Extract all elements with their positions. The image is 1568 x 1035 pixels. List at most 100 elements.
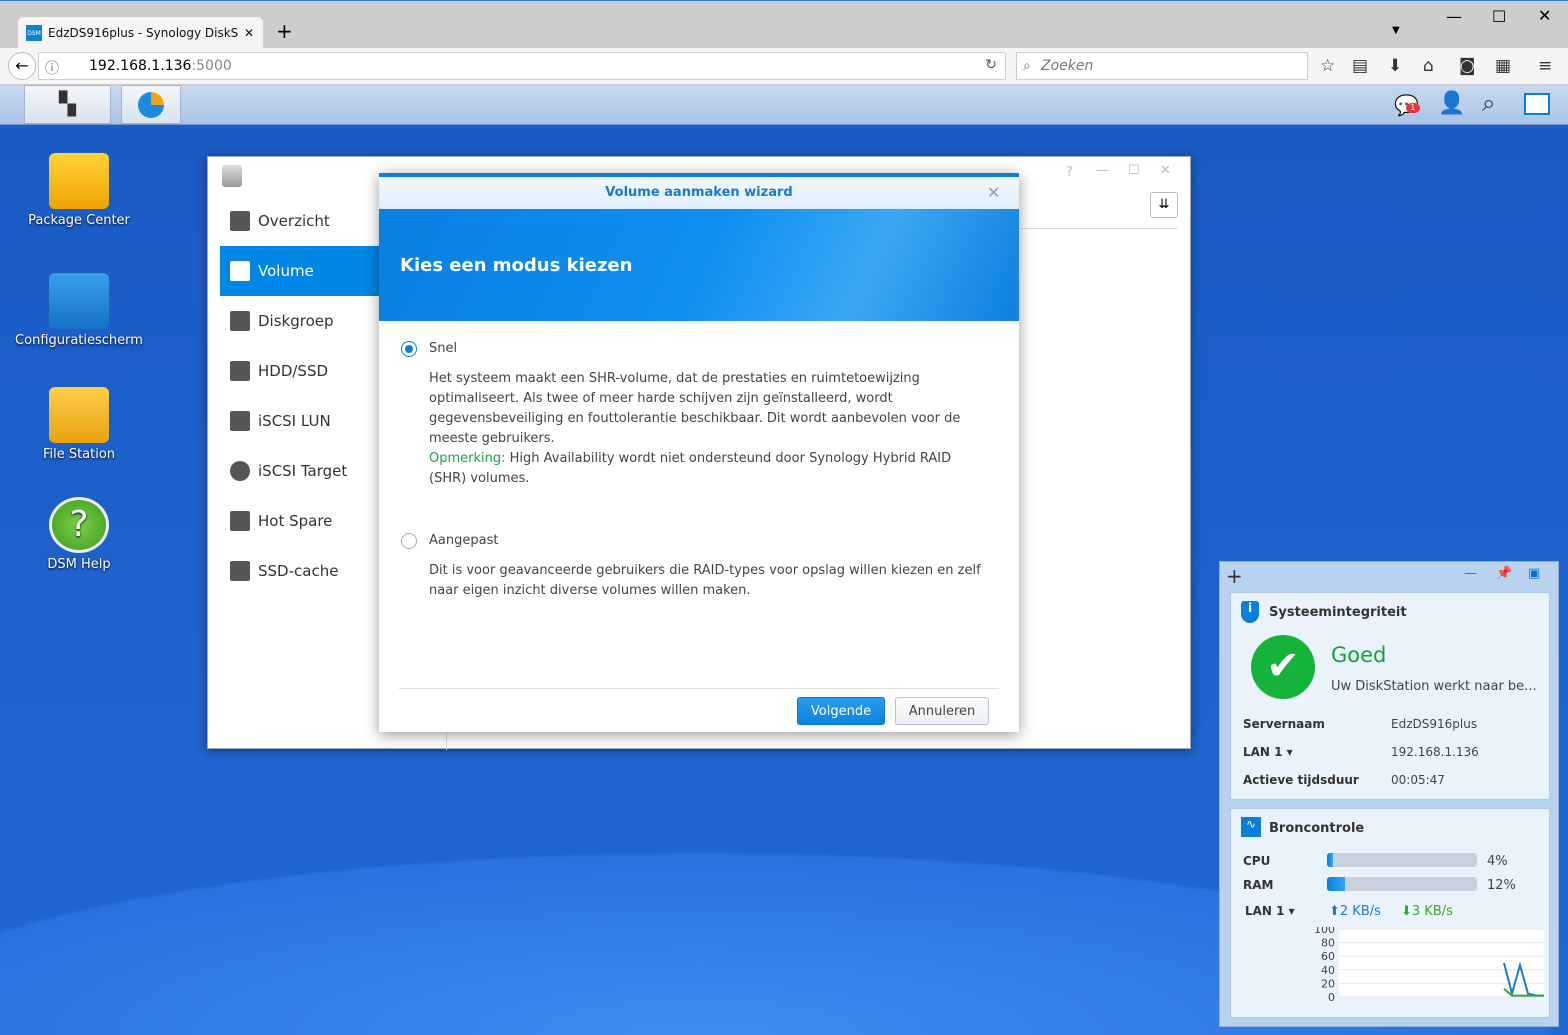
- row-value: 00:05:47: [1391, 773, 1445, 787]
- browser-nav-bar: ← ⓘ 192.168.1.136:5000 ↻ ⌕ Zoeken ☆ ▤ ⬇ ⌂…: [0, 48, 1568, 85]
- health-message: Uw DiskStation werkt naar be...: [1331, 679, 1537, 694]
- sidebar-label: Overzicht: [258, 212, 330, 230]
- download-arrow-icon: ⬇: [1401, 904, 1412, 919]
- y-tick-label: 60: [1321, 950, 1335, 963]
- radio-snel[interactable]: [401, 341, 417, 357]
- desktop-icon-control-panel[interactable]: Configuratiescherm: [14, 273, 144, 348]
- widgets-icon[interactable]: [1524, 93, 1550, 115]
- sidebar-item-hot-spare[interactable]: Hot Spare: [220, 496, 380, 546]
- close-window-icon[interactable]: ✕: [1160, 163, 1171, 178]
- pin-icon[interactable]: 📌: [1496, 566, 1512, 581]
- storage-manager-icon: [138, 91, 164, 118]
- sidebar-item-volume[interactable]: Volume: [220, 246, 380, 296]
- sidebar-label: Volume: [258, 262, 314, 280]
- bookmark-star-icon[interactable]: ☆: [1320, 56, 1335, 76]
- minimize-icon[interactable]: —: [1446, 7, 1462, 26]
- option-description-snel: Het systeem maakt een SHR-volume, dat de…: [429, 369, 989, 489]
- desktop-icon-dsm-help[interactable]: ? DSM Help: [14, 497, 144, 572]
- home-icon[interactable]: ⌂: [1423, 56, 1434, 76]
- notification-badge: 1: [1406, 103, 1420, 113]
- wizard-heading: Kies een modus kiezen: [400, 255, 633, 276]
- pocket-icon[interactable]: ◙: [1459, 56, 1476, 76]
- radio-aangepast[interactable]: [401, 533, 417, 549]
- overview-icon: [230, 211, 250, 231]
- reload-icon[interactable]: ↻: [985, 57, 997, 73]
- extension-icon[interactable]: ▦: [1495, 56, 1511, 76]
- cancel-button[interactable]: Annuleren: [895, 697, 989, 725]
- sidebar-item-iscsi-target[interactable]: iSCSI Target: [220, 446, 380, 496]
- user-icon[interactable]: 👤: [1438, 91, 1465, 116]
- ram-bar: [1327, 877, 1477, 891]
- search-placeholder: Zoeken: [1041, 58, 1094, 74]
- add-widget-icon[interactable]: +: [1226, 564, 1243, 588]
- sidebar-item-hdd-ssd[interactable]: HDD/SSD: [220, 346, 380, 396]
- database-icon: [230, 411, 250, 431]
- menu-icon[interactable]: ≡: [1538, 56, 1552, 76]
- help-window-icon[interactable]: ?: [1066, 165, 1073, 180]
- lan-dropdown[interactable]: LAN 1 ▾: [1245, 904, 1295, 918]
- cpu-value: 4%: [1487, 854, 1508, 869]
- lan-dropdown[interactable]: LAN 1 ▾: [1243, 745, 1293, 759]
- maximize-window-icon[interactable]: ☐: [1128, 163, 1140, 178]
- row-value: EdzDS916plus: [1391, 717, 1478, 731]
- sidebar-item-diskgroep[interactable]: Diskgroep: [220, 296, 380, 346]
- storage-manager-taskbar-button[interactable]: [121, 85, 181, 124]
- upload-arrow-icon: ⬆: [1329, 904, 1340, 919]
- check-icon: ✔: [1251, 635, 1315, 699]
- widget-settings-icon[interactable]: ▣: [1528, 566, 1540, 581]
- note-text: High Availability wordt niet ondersteund…: [429, 451, 952, 486]
- tab-list-icon[interactable]: ▼: [1392, 25, 1400, 36]
- cpu-bar: [1327, 853, 1477, 867]
- minimize-window-icon[interactable]: —: [1096, 163, 1109, 178]
- hdd-icon: [230, 361, 250, 381]
- search-icon[interactable]: ⌕: [1482, 89, 1495, 117]
- wizard-banner: Kies een modus kiezen: [379, 209, 1019, 321]
- desktop-icon-file-station[interactable]: File Station: [14, 387, 144, 462]
- sort-button[interactable]: ⇊: [1150, 192, 1178, 218]
- ram-value: 12%: [1487, 878, 1516, 893]
- y-tick-label: 80: [1321, 937, 1335, 950]
- browser-tab[interactable]: DSM EdzDS916plus - Synology DiskStation …: [18, 17, 263, 49]
- new-tab-button[interactable]: +: [276, 19, 293, 43]
- url-port: :5000: [191, 58, 232, 74]
- icon-label: Package Center: [28, 213, 130, 228]
- next-button[interactable]: Volgende: [797, 697, 885, 725]
- info-icon[interactable]: ⓘ: [45, 58, 59, 78]
- control-panel-icon: [49, 273, 109, 329]
- search-icon: ⌕: [1023, 58, 1031, 74]
- main-menu-button[interactable]: ▚: [24, 85, 111, 124]
- disk-group-icon: [230, 311, 250, 331]
- pulse-icon: ∿: [1241, 817, 1261, 837]
- sidebar-item-ssd-cache[interactable]: SSD-cache: [220, 546, 380, 596]
- sidebar-label: Diskgroep: [258, 312, 334, 330]
- back-button[interactable]: ←: [8, 52, 36, 80]
- sidebar-label: SSD-cache: [258, 562, 339, 580]
- note-label: Opmerking:: [429, 451, 506, 466]
- row-label: Servernaam: [1243, 717, 1325, 731]
- desktop-icon-package-center[interactable]: Package Center: [14, 153, 144, 228]
- dialog-title: Volume aanmaken wizard: [605, 185, 793, 200]
- url-bar[interactable]: ⓘ 192.168.1.136:5000 ↻: [38, 52, 1006, 80]
- maximize-icon[interactable]: ☐: [1492, 7, 1506, 26]
- close-tab-icon[interactable]: ✕: [244, 26, 254, 40]
- sidebar-item-iscsi-lun[interactable]: iSCSI LUN: [220, 396, 380, 446]
- minimize-widget-icon[interactable]: —: [1464, 566, 1477, 581]
- close-icon[interactable]: ✕: [987, 183, 1000, 202]
- health-status: Goed: [1331, 643, 1387, 667]
- row-value: 192.168.1.136: [1391, 745, 1479, 759]
- window-app-icon: [222, 165, 242, 187]
- search-input[interactable]: ⌕ Zoeken: [1016, 52, 1308, 80]
- download-icon[interactable]: ⬇: [1388, 56, 1402, 76]
- y-tick-label: 100: [1314, 927, 1335, 936]
- notifications-icon[interactable]: 💬1: [1394, 93, 1420, 117]
- sidebar-item-overzicht[interactable]: Overzicht: [220, 196, 380, 246]
- close-window-icon[interactable]: ✕: [1538, 6, 1551, 25]
- cpu-label: CPU: [1243, 854, 1271, 868]
- url-host: 192.168.1.136: [89, 58, 192, 74]
- reading-list-icon[interactable]: ▤: [1352, 56, 1368, 76]
- volume-icon: [230, 261, 250, 281]
- ssd-cache-icon: [230, 561, 250, 581]
- dialog-header: Volume aanmaken wizard: [379, 177, 1019, 209]
- help-icon: ?: [49, 497, 109, 553]
- y-tick-label: 40: [1321, 964, 1335, 977]
